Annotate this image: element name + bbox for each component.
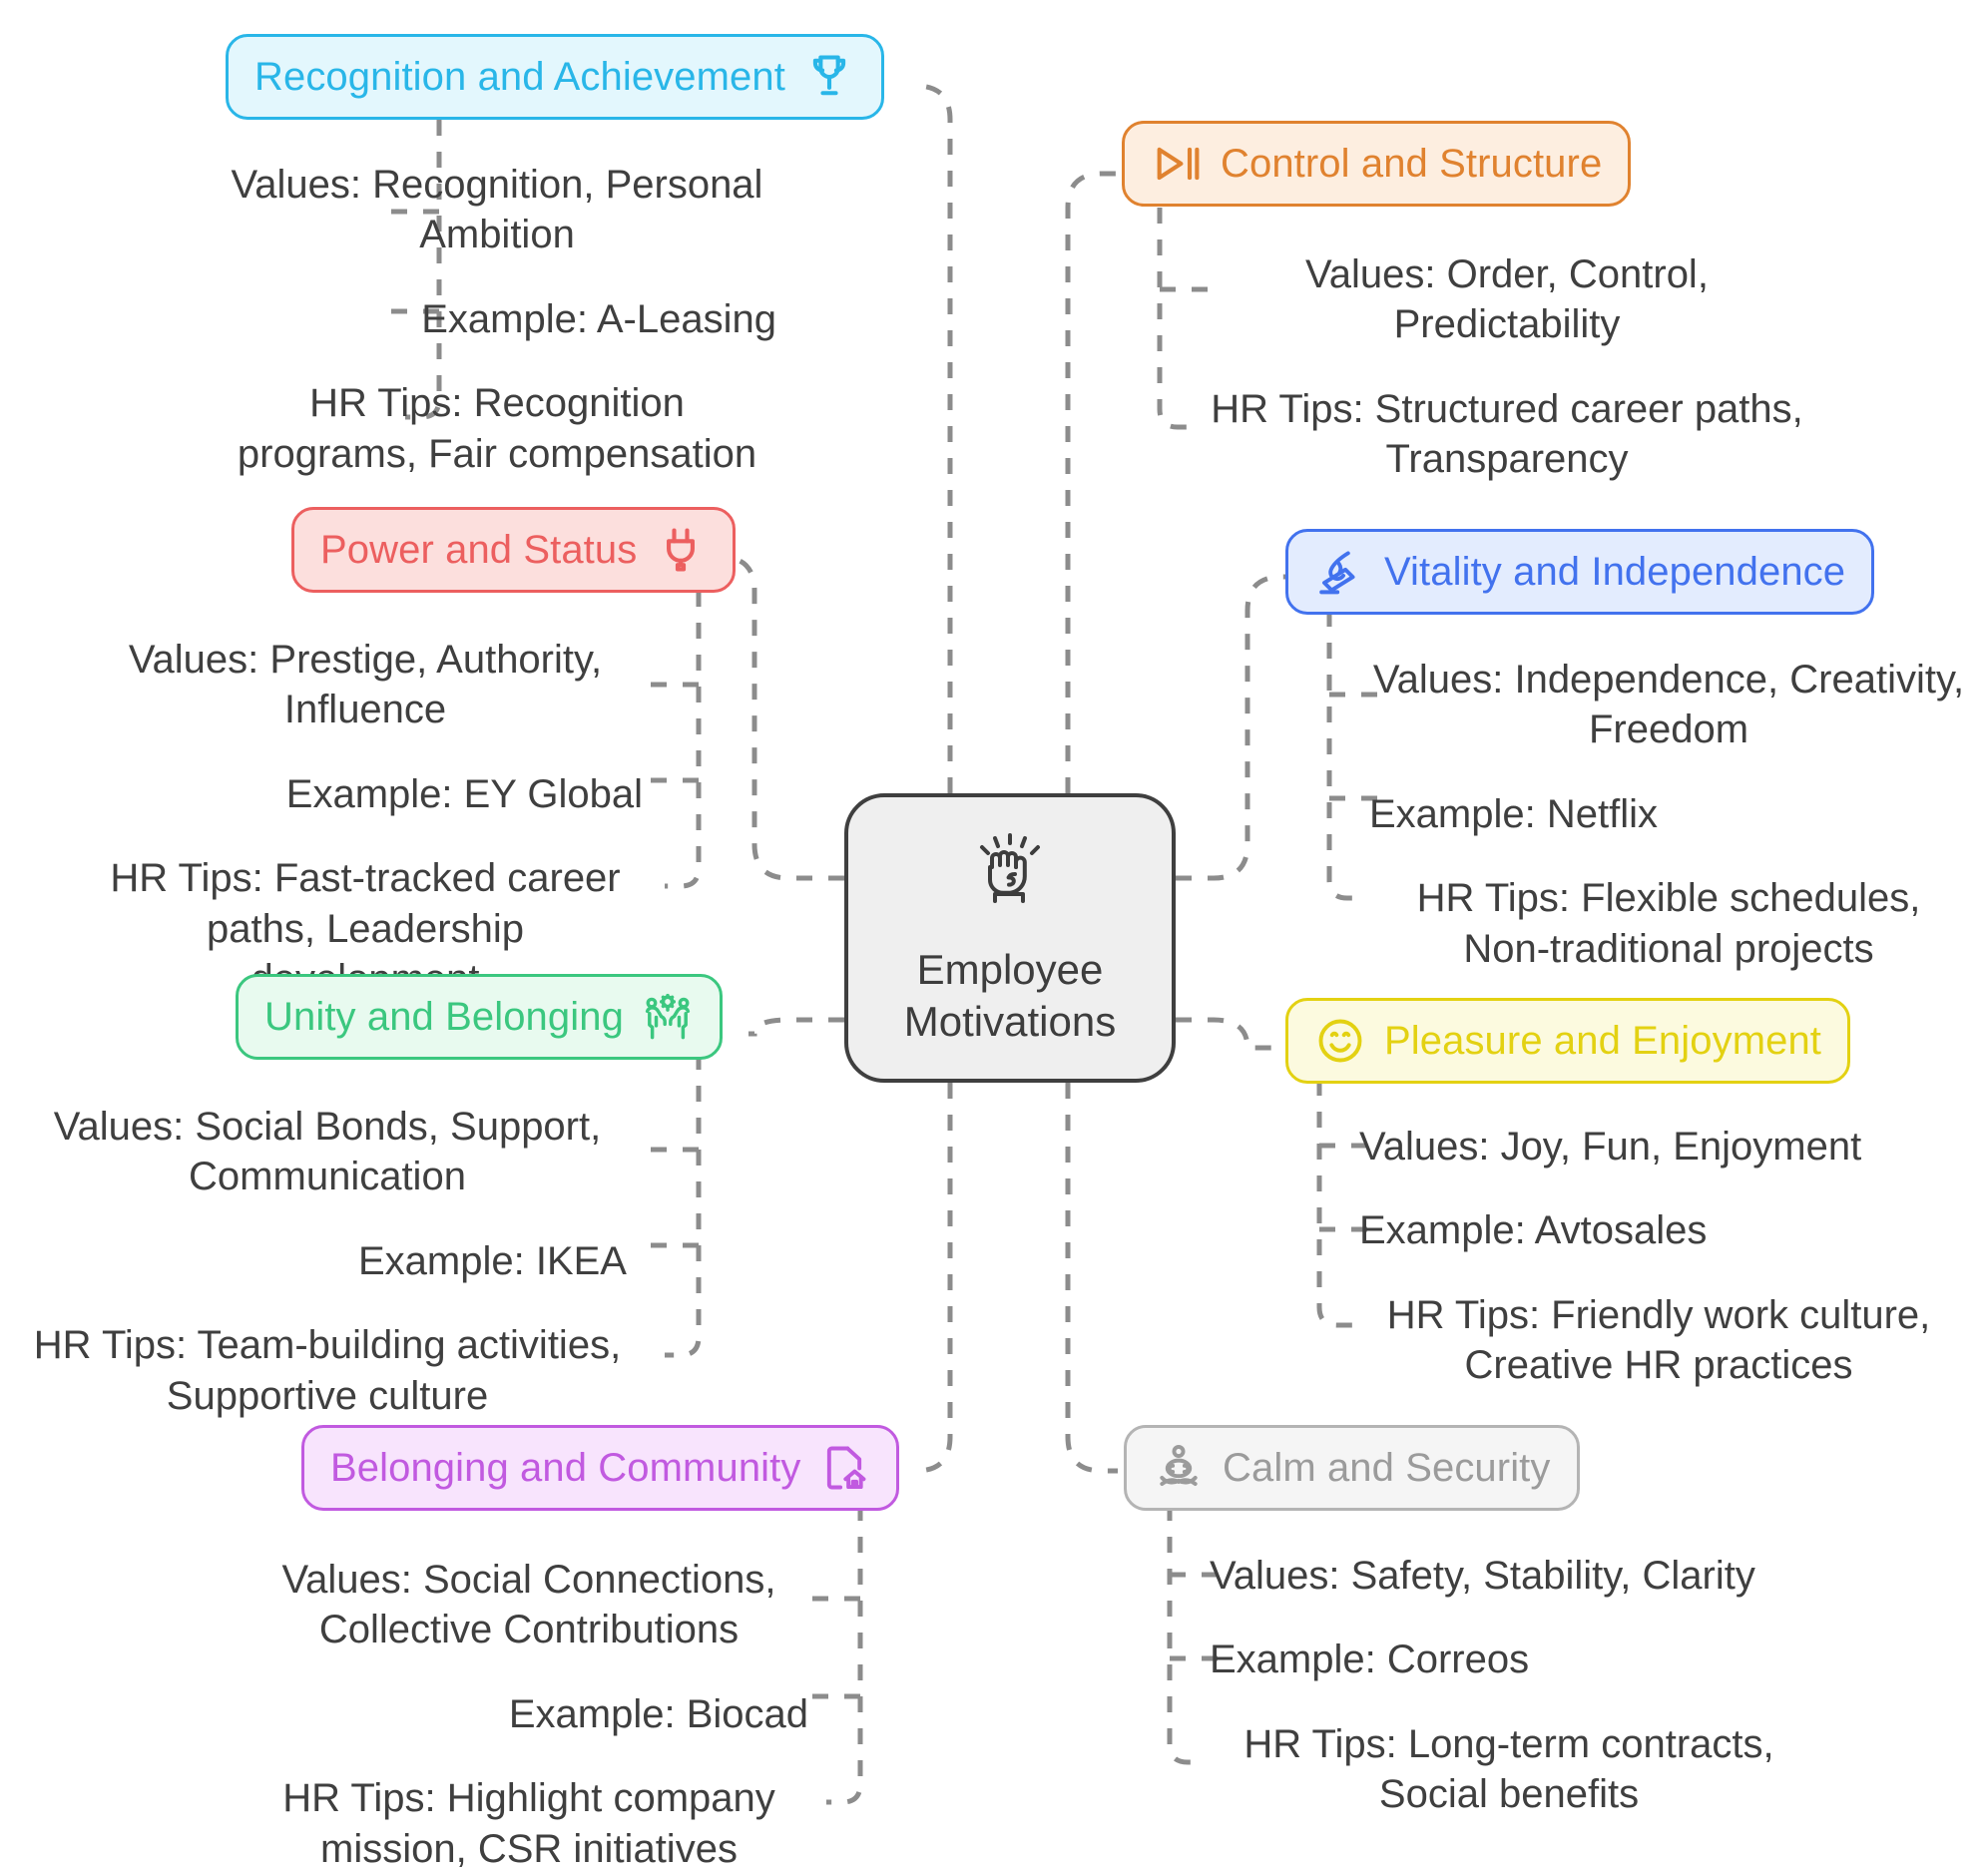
detail-hr-tips: HR Tips: Structured career paths, Transp… — [1211, 386, 1803, 482]
detail-hr-tips: HR Tips: Team-building activities, Suppo… — [33, 1323, 622, 1418]
branch-label: Vitality and Independence — [1384, 550, 1846, 594]
detail-example: Example: A-Leasing — [421, 296, 776, 341]
branch-details-control-and-structure: Values: Order, Control, Predictability H… — [1198, 249, 1816, 485]
detail-example: Example: Avtosales — [1359, 1208, 1708, 1253]
mindmap-canvas: Employee Motivations Recognition and Ach… — [0, 0, 1988, 1870]
branch-details-unity-and-belonging: Values: Social Bonds, Support, Communica… — [28, 1102, 627, 1421]
branch-details-vitality-and-independence: Values: Independence, Creativity, Freedo… — [1369, 655, 1968, 974]
branch-node-belonging-and-community[interactable]: Belonging and Community — [301, 1425, 900, 1511]
detail-example: Example: Netflix — [1369, 791, 1658, 836]
trophy-icon — [803, 51, 855, 103]
branch-details-recognition-and-achievement: Values: Recognition, Personal Ambition E… — [218, 160, 776, 479]
detail-values: Values: Order, Control, Predictability — [1305, 252, 1709, 347]
document-home-icon — [818, 1442, 870, 1494]
branch-label: Unity and Belonging — [264, 995, 624, 1039]
detail-example: Example: Correos — [1210, 1637, 1530, 1682]
branch-label: Power and Status — [320, 528, 638, 572]
branch-node-power-and-status[interactable]: Power and Status — [291, 507, 737, 593]
detail-hr-tips: HR Tips: Friendly work culture, Creative… — [1386, 1292, 1931, 1388]
detail-values: Values: Social Bonds, Support, Communica… — [53, 1105, 602, 1199]
center-node-employee-motivations[interactable]: Employee Motivations — [844, 793, 1176, 1083]
branch-node-unity-and-belonging[interactable]: Unity and Belonging — [236, 974, 723, 1060]
detail-values: Values: Recognition, Personal Ambition — [231, 163, 763, 257]
branch-label: Pleasure and Enjoyment — [1384, 1019, 1822, 1063]
teamwork-people-icon — [642, 991, 694, 1043]
branch-node-control-and-structure[interactable]: Control and Structure — [1122, 121, 1632, 207]
detail-example: Example: Biocad — [508, 1691, 808, 1736]
center-node-label: Employee Motivations — [903, 946, 1117, 1045]
detail-hr-tips: HR Tips: Long-term contracts, Social ben… — [1243, 1721, 1774, 1817]
detail-example: Example: IKEA — [357, 1238, 627, 1283]
raised-fist-icon — [962, 829, 1058, 930]
smiley-face-icon — [1314, 1015, 1366, 1067]
branch-label: Recognition and Achievement — [254, 55, 785, 99]
detail-example: Example: EY Global — [285, 771, 643, 816]
branch-node-pleasure-and-enjoyment[interactable]: Pleasure and Enjoyment — [1285, 998, 1851, 1084]
branch-details-power-and-status: Values: Prestige, Authority, Influence E… — [88, 635, 643, 1004]
detail-hr-tips: HR Tips: Flexible schedules, Non-traditi… — [1416, 876, 1921, 971]
detail-values: Values: Safety, Stability, Clarity — [1210, 1554, 1755, 1598]
detail-hr-tips: HR Tips: Highlight company mission, CSR … — [282, 1776, 775, 1870]
branch-node-recognition-and-achievement[interactable]: Recognition and Achievement — [226, 34, 884, 120]
branch-label: Belonging and Community — [330, 1446, 801, 1490]
branch-details-calm-and-security: Values: Safety, Stability, Clarity Examp… — [1210, 1551, 1808, 1820]
detail-values: Values: Social Connections, Collective C… — [281, 1558, 776, 1652]
branch-node-calm-and-security[interactable]: Calm and Security — [1124, 1425, 1580, 1511]
detail-values: Values: Joy, Fun, Enjoyment — [1359, 1125, 1862, 1169]
branch-label: Calm and Security — [1223, 1446, 1551, 1490]
torch-flame-icon — [1314, 546, 1366, 598]
detail-values: Values: Independence, Creativity, Freedo… — [1372, 658, 1965, 752]
power-plug-icon — [655, 524, 707, 576]
play-pause-icon — [1151, 138, 1203, 190]
detail-hr-tips: HR Tips: Recognition programs, Fair comp… — [237, 381, 757, 476]
meditation-lotus-icon — [1153, 1442, 1205, 1494]
branch-label: Control and Structure — [1221, 142, 1603, 186]
detail-values: Values: Prestige, Authority, Influence — [128, 638, 603, 732]
branch-node-vitality-and-independence[interactable]: Vitality and Independence — [1285, 529, 1875, 615]
branch-details-belonging-and-community: Values: Social Connections, Collective C… — [249, 1555, 808, 1870]
branch-details-pleasure-and-enjoyment: Values: Joy, Fun, Enjoyment Example: Avt… — [1359, 1122, 1958, 1391]
